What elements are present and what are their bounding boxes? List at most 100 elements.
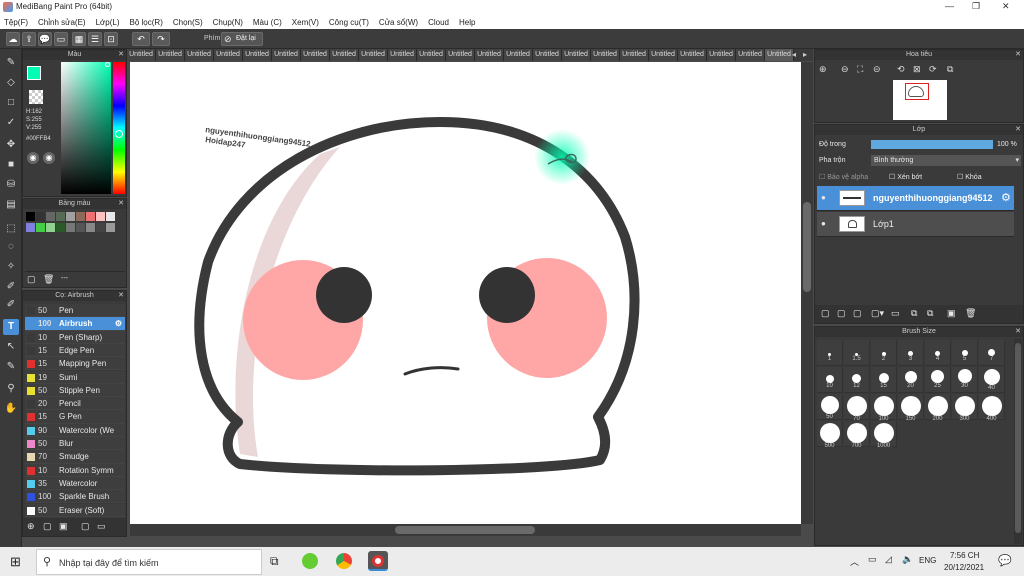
windows-start-icon[interactable]: ⊞ — [10, 554, 21, 570]
palette-swatch[interactable] — [86, 222, 95, 232]
palette-swatch[interactable] — [26, 222, 35, 232]
reset-view-icon[interactable]: ⊠ — [913, 64, 921, 75]
menu-window[interactable]: Cửa sổ(W) — [379, 18, 418, 27]
document-tab[interactable]: Untitled — [736, 49, 765, 61]
color-wheel-icon[interactable]: ◉ — [27, 152, 39, 164]
color-palette-icon[interactable]: ◉ — [43, 152, 55, 164]
tab-scroll-right-icon[interactable]: ▸ — [803, 50, 807, 59]
list-icon[interactable]: ☰ — [88, 32, 102, 46]
brush-size-preset[interactable]: 2 — [871, 340, 897, 366]
notification-icon[interactable]: 💬 — [998, 554, 1012, 567]
gear-icon[interactable]: ⚙ — [115, 317, 122, 330]
palette-swatch[interactable] — [56, 222, 65, 232]
brush-size-preset[interactable]: 400 — [979, 394, 1005, 422]
text-tool-icon[interactable]: T — [3, 319, 19, 335]
document-tab[interactable]: Untitled — [214, 49, 243, 61]
document-tab[interactable]: Untitled — [446, 49, 475, 61]
reset-button[interactable]: ⊘ Đặt lại — [221, 32, 263, 46]
select-all-icon[interactable]: ⊡ — [104, 32, 118, 46]
document-tab[interactable]: Untitled — [678, 49, 707, 61]
brush-settings-icon[interactable]: ▢ — [43, 521, 52, 532]
zoom-in-icon[interactable]: ⊕ — [819, 64, 827, 75]
duplicate-layer-icon[interactable]: ⧉ — [911, 308, 917, 319]
brush-size-preset[interactable]: 1 — [817, 340, 843, 366]
document-tab[interactable]: Untitled — [272, 49, 301, 61]
brush-list-item[interactable]: 50 Stipple Pen — [25, 383, 125, 398]
brush-tool-icon[interactable]: ✎ — [3, 55, 19, 71]
document-tab[interactable]: Untitled — [156, 49, 185, 61]
taskbar-search-box[interactable]: ⚲ Nhập tại đây để tìm kiếm — [36, 549, 262, 575]
delete-layer-icon[interactable]: 🗑 — [965, 308, 976, 319]
close-icon[interactable]: ✕ — [118, 199, 124, 209]
menu-edit[interactable]: Chỉnh sửa(E) — [38, 18, 86, 27]
brush-size-preset[interactable]: 150 — [898, 394, 924, 422]
brush-list-item[interactable]: 15 G Pen — [25, 410, 125, 424]
palette-swatch[interactable] — [76, 222, 85, 232]
palette-swatch[interactable] — [76, 212, 85, 221]
rotate-right-icon[interactable]: ⟳ — [929, 64, 937, 75]
brush-size-preset[interactable]: 200 — [925, 394, 951, 422]
background-color-swatch[interactable] — [29, 90, 43, 104]
zoom-out-icon[interactable]: ⊖ — [841, 64, 849, 75]
brush-list-item[interactable]: 10 Pen (Sharp) — [25, 330, 125, 344]
pen-tool-icon[interactable]: ✓ — [3, 115, 19, 131]
volume-icon[interactable]: 🔈 — [902, 554, 913, 565]
menu-tools[interactable]: Công cụ(T) — [329, 18, 369, 27]
eye-icon[interactable]: ● — [821, 193, 826, 202]
merge-down-icon[interactable]: ⧉ — [927, 308, 933, 319]
document-tab[interactable]: Untitled — [562, 49, 591, 61]
folder-icon[interactable]: ▭ — [891, 308, 900, 319]
minimize-button[interactable]: — — [945, 1, 954, 11]
document-tab[interactable]: Untitled — [591, 49, 620, 61]
brush-size-preset[interactable]: 7 — [979, 340, 1005, 366]
horizontal-scroll-thumb[interactable] — [395, 526, 535, 534]
document-tab[interactable]: Untitled — [649, 49, 678, 61]
medibang-taskbar-icon[interactable] — [368, 551, 388, 571]
menu-filter[interactable]: Bộ lọc(R) — [130, 18, 163, 27]
select-pen-icon[interactable]: ✐ — [3, 279, 19, 295]
document-tab[interactable]: Untitled — [620, 49, 649, 61]
brush-list-item[interactable]: 90 Watercolor (We — [25, 423, 125, 437]
network-icon[interactable]: ◿ — [885, 554, 892, 565]
brush-size-preset[interactable]: 30 — [952, 367, 978, 393]
eraser-tool-icon[interactable]: ◇ — [3, 75, 19, 91]
clipping-checkbox[interactable]: ☐ Xén bớt — [889, 173, 922, 181]
menu-layer[interactable]: Lớp(L) — [96, 18, 120, 27]
blend-mode-select[interactable]: Bình thường ▾ — [871, 155, 1021, 166]
brush-list-item[interactable]: 50 Eraser (Soft) — [25, 503, 125, 517]
brush-size-preset[interactable]: 4 — [925, 340, 951, 366]
new-8bit-layer-icon[interactable]: ▢ — [853, 308, 862, 319]
lock-checkbox[interactable]: ☐ Khóa — [957, 173, 982, 181]
fill-tool-icon[interactable]: ⛁ — [3, 177, 19, 193]
task-view-icon[interactable]: ⧉ — [270, 554, 279, 569]
comment-icon[interactable]: 💬 — [38, 32, 52, 46]
maximize-button[interactable]: ❐ — [972, 1, 980, 12]
brush-size-preset[interactable]: 20 — [898, 367, 924, 393]
menu-view[interactable]: Xem(V) — [292, 18, 319, 27]
document-tab[interactable]: Untitled — [301, 49, 330, 61]
brush-size-preset[interactable]: 1000 — [871, 421, 897, 449]
palette-swatch[interactable] — [96, 212, 105, 221]
brush-size-preset[interactable]: 10 — [817, 367, 843, 393]
palette-swatch[interactable] — [106, 222, 115, 232]
battery-icon[interactable]: ▭ — [868, 554, 877, 565]
brush-size-scroll-thumb[interactable] — [1015, 343, 1021, 533]
layer-add-menu-icon[interactable]: ▢▾ — [871, 308, 884, 319]
eyedropper-icon[interactable]: ⚲ — [3, 381, 19, 397]
document-tab[interactable]: Untitled — [504, 49, 533, 61]
brush-list-item[interactable]: 35 Watercolor — [25, 476, 125, 491]
brush-size-scrollbar[interactable] — [1014, 339, 1022, 544]
palette-swatch[interactable] — [66, 222, 75, 232]
new-palette-icon[interactable]: ▢ — [27, 274, 36, 285]
document-tab[interactable]: Untitled — [417, 49, 446, 61]
eye-icon[interactable]: ● — [821, 219, 826, 228]
fit-icon[interactable]: ⛶ — [857, 64, 863, 75]
hue-slider-handle[interactable] — [115, 130, 123, 138]
dropper-tool-icon[interactable]: ✎ — [3, 359, 19, 375]
menu-help[interactable]: Help — [459, 18, 475, 27]
close-icon[interactable]: ✕ — [1015, 50, 1021, 60]
brush-size-preset[interactable]: 500 — [817, 421, 843, 449]
palette-swatch[interactable] — [26, 212, 35, 221]
copy-brush-icon[interactable]: ▢ — [81, 521, 90, 532]
actual-size-icon[interactable]: ⊝ — [873, 64, 881, 75]
